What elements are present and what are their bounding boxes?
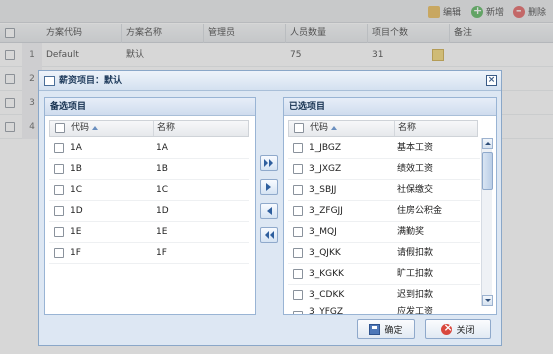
list-item[interactable]: 3_YFGZ 应发工资	[288, 306, 480, 314]
ok-button-label: 确定	[384, 325, 403, 336]
item-code: 1E	[70, 227, 82, 237]
row-checkbox[interactable]	[293, 290, 303, 300]
move-left-button[interactable]	[260, 203, 278, 219]
scroll-up-icon[interactable]	[482, 138, 493, 149]
available-items-panel: 备选项目 代码 名称 1A 1A 1B 1B 1C 1C 1D 1D 1E 1E…	[44, 97, 256, 315]
sort-asc-icon	[92, 125, 99, 130]
item-code: 1A	[70, 143, 82, 153]
close-icon[interactable]: ×	[486, 75, 497, 86]
item-code: 1_JBGZ	[309, 143, 342, 153]
move-all-left-button[interactable]	[260, 227, 278, 243]
list-item[interactable]: 3_SBJJ 社保缴交	[288, 180, 480, 201]
dialog-title: 薪资项目：默认	[59, 76, 123, 86]
col-header-name[interactable]: 名称	[154, 121, 250, 136]
list-item[interactable]: 3_KGKK 旷工扣款	[288, 264, 480, 285]
move-all-right-button[interactable]	[260, 155, 278, 171]
item-code: 1F	[70, 248, 81, 258]
row-checkbox[interactable]	[54, 143, 64, 153]
panel-title: 已选项目	[284, 98, 496, 116]
list-item[interactable]: 3_JXGZ 绩效工资	[288, 159, 480, 180]
select-all-checkbox[interactable]	[294, 123, 304, 133]
item-name: 社保缴交	[397, 185, 434, 195]
ok-button[interactable]: 确定	[357, 319, 415, 339]
item-code: 3_SBJJ	[309, 185, 337, 195]
item-name: 住房公积金	[397, 206, 443, 216]
item-name: 请假扣款	[397, 248, 434, 258]
list-item[interactable]: 1A 1A	[49, 138, 249, 159]
list-item[interactable]: 3_CDKK 迟到扣款	[288, 285, 480, 306]
close-button[interactable]: 关闭	[425, 319, 491, 339]
selected-items-panel: 已选项目 代码 名称 1_JBGZ 基本工资 3_JXGZ 绩效工资 3_SBJ…	[283, 97, 497, 315]
arrow-left-icon	[267, 207, 272, 215]
window-icon	[44, 76, 55, 86]
item-name: 1F	[156, 248, 167, 258]
close-circle-icon	[441, 321, 453, 335]
scrollbar-thumb[interactable]	[482, 152, 493, 190]
item-name: 旷工扣款	[397, 269, 434, 279]
item-code: 3_KGKK	[309, 269, 344, 279]
list-item[interactable]: 1_JBGZ 基本工资	[288, 138, 480, 159]
item-code: 1B	[70, 164, 82, 174]
col-header-code-label: 代码	[310, 123, 329, 133]
item-code: 3_YFGZ	[309, 307, 344, 314]
sort-asc-icon	[331, 125, 338, 130]
dialog-titlebar[interactable]: 薪资项目：默认 ×	[39, 71, 501, 91]
scroll-down-icon[interactable]	[482, 295, 493, 306]
list-item[interactable]: 3_MQJ 满勤奖	[288, 222, 480, 243]
panel-title: 备选项目	[45, 98, 255, 116]
item-name: 迟到扣款	[397, 290, 434, 300]
panel-header: 代码 名称	[49, 120, 249, 137]
row-checkbox[interactable]	[293, 185, 303, 195]
close-button-label: 关闭	[456, 325, 475, 336]
item-name: 1E	[156, 227, 168, 237]
row-checkbox[interactable]	[54, 248, 64, 258]
item-code: 1D	[70, 206, 83, 216]
item-name: 1D	[156, 206, 169, 216]
col-header-code[interactable]: 代码	[68, 121, 154, 136]
item-code: 3_ZFGJJ	[309, 206, 343, 216]
row-checkbox[interactable]	[293, 248, 303, 258]
list-item[interactable]: 3_ZFGJJ 住房公积金	[288, 201, 480, 222]
arrow-right-icon	[266, 183, 271, 191]
list-item[interactable]: 3_QJKK 请假扣款	[288, 243, 480, 264]
select-all-checkbox[interactable]	[55, 123, 65, 133]
item-name: 1B	[156, 164, 168, 174]
item-name: 1C	[156, 185, 169, 195]
row-checkbox[interactable]	[54, 206, 64, 216]
row-checkbox[interactable]	[293, 227, 303, 237]
item-code: 3_JXGZ	[309, 164, 342, 174]
item-name: 1A	[156, 143, 168, 153]
col-header-code-label: 代码	[71, 123, 90, 133]
col-header-code[interactable]: 代码	[307, 121, 395, 136]
item-name: 应发工资	[397, 307, 434, 314]
panel-header: 代码 名称	[288, 120, 478, 137]
save-icon	[369, 323, 381, 335]
item-code: 3_QJKK	[309, 248, 341, 258]
item-code: 1C	[70, 185, 83, 195]
move-right-button[interactable]	[260, 179, 278, 195]
row-checkbox[interactable]	[293, 143, 303, 153]
row-checkbox[interactable]	[293, 164, 303, 174]
row-checkbox[interactable]	[54, 164, 64, 174]
list-item[interactable]: 1C 1C	[49, 180, 249, 201]
item-code: 3_CDKK	[309, 290, 345, 300]
vertical-scrollbar[interactable]	[481, 138, 493, 306]
row-checkbox[interactable]	[293, 206, 303, 216]
col-header-name[interactable]: 名称	[395, 121, 479, 136]
item-code: 3_MQJ	[309, 227, 337, 237]
row-checkbox[interactable]	[54, 185, 64, 195]
item-name: 绩效工资	[397, 164, 434, 174]
double-arrow-right-icon	[264, 159, 273, 167]
row-checkbox[interactable]	[293, 269, 303, 279]
item-name: 满勤奖	[397, 227, 425, 237]
item-name: 基本工资	[397, 143, 434, 153]
row-checkbox[interactable]	[293, 311, 303, 314]
list-item[interactable]: 1F 1F	[49, 243, 249, 264]
row-checkbox[interactable]	[54, 227, 64, 237]
list-item[interactable]: 1E 1E	[49, 222, 249, 243]
list-item[interactable]: 1D 1D	[49, 201, 249, 222]
double-arrow-left-icon	[265, 231, 274, 239]
salary-items-dialog: 薪资项目：默认 × 备选项目 代码 名称 1A 1A 1B 1B 1C 1C 1…	[38, 70, 502, 346]
list-item[interactable]: 1B 1B	[49, 159, 249, 180]
